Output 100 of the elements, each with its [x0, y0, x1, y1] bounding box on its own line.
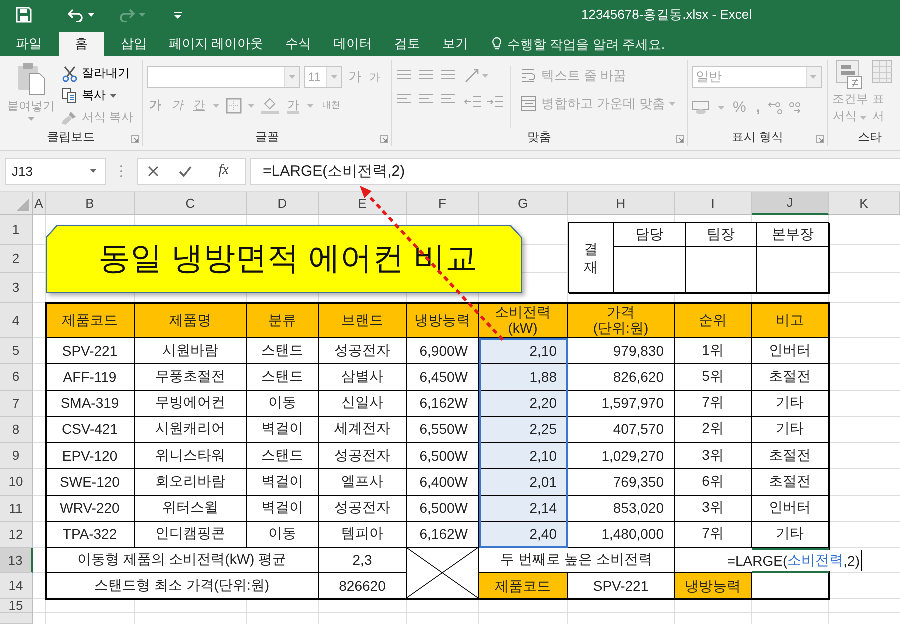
row-header[interactable]: 8	[0, 416, 33, 443]
group-label: 클립보드	[46, 129, 96, 146]
row-header[interactable]: 6	[0, 364, 33, 390]
table-cell: CSV-421	[46, 416, 135, 443]
table-cell: 6,900W	[407, 338, 479, 364]
row-header[interactable]: 4	[0, 303, 33, 338]
ribbon-tab[interactable]: 페이지 레이아웃	[158, 32, 275, 56]
ribbon-tab[interactable]: 보기	[432, 32, 480, 56]
table-header-cell: 브랜드	[319, 303, 407, 338]
summary-value: 826620	[319, 573, 407, 599]
table-cell: 기타	[752, 522, 829, 548]
name-box[interactable]: J13	[5, 158, 106, 184]
table-cell: SPV-221	[46, 338, 135, 364]
table-cell: 1위	[675, 338, 752, 364]
table-cell: 7위	[675, 390, 752, 417]
table-header-cell: 소비전력 (kW)	[479, 303, 568, 338]
table-header-cell: 제품명	[135, 303, 247, 338]
table-cell: 스탠드	[247, 364, 319, 390]
ribbon-tab[interactable]: 데이터	[322, 32, 384, 56]
table-header-cell: 가격 (단위:원)	[568, 303, 675, 338]
table-cell: 6,500W	[407, 496, 479, 522]
table-header-cell: 제품코드	[46, 303, 135, 338]
table-cell: 1,597,970	[568, 390, 675, 417]
approval-role: 본부장	[757, 223, 830, 247]
table-header-cell: 냉방능력	[407, 303, 479, 338]
table-cell: 성공전자	[319, 443, 407, 470]
table-cell: 1,88	[479, 364, 568, 390]
summary-label: 이동형 제품의 소비전력(kW) 평균	[46, 548, 319, 573]
table-cell: 인버터	[752, 496, 829, 522]
table-cell: 6,450W	[407, 364, 479, 390]
group-label: 맞춤	[526, 129, 553, 146]
table-cell: 템피아	[319, 522, 407, 548]
table-cell: 6,162W	[407, 390, 479, 417]
table-cell: AFF-119	[46, 364, 135, 390]
cell-editor[interactable]: =LARGE(소비전력,2)	[727, 550, 862, 571]
table-cell: 벽걸이	[247, 469, 319, 496]
row-header[interactable]: 10	[0, 469, 33, 496]
ribbon-tab[interactable]: 파일	[5, 32, 53, 56]
table-cell: 2위	[675, 416, 752, 443]
group-label: 스타	[857, 129, 883, 146]
table-cell: 이동	[247, 522, 319, 548]
ribbon-tab[interactable]: 삽입	[110, 32, 158, 56]
table-cell: 시원바람	[135, 338, 247, 364]
row-header[interactable]: 12	[0, 522, 33, 548]
row-header[interactable]: 5	[0, 338, 33, 364]
table-cell: 769,350	[568, 469, 675, 496]
row-header[interactable]: 2	[0, 245, 33, 273]
ribbon-tab[interactable]: 수식	[274, 32, 323, 56]
table-cell: 엘프사	[319, 469, 407, 496]
table-cell: 초절전	[752, 443, 829, 470]
row-header[interactable]: 1	[0, 215, 33, 245]
row-header[interactable]: 15	[0, 599, 33, 613]
table-cell: 기타	[752, 416, 829, 443]
row-header[interactable]: 13	[0, 548, 33, 573]
row-header[interactable]: 11	[0, 496, 33, 522]
column-header[interactable]: A	[33, 192, 46, 215]
table-cell: 벽걸이	[247, 496, 319, 522]
row-header[interactable]: 14	[0, 573, 33, 599]
table-cell: 5위	[675, 364, 752, 390]
table-cell: 2,14	[479, 496, 568, 522]
column-header[interactable]: G	[479, 192, 568, 215]
table-cell: 인디캠핑콘	[135, 522, 247, 548]
column-header[interactable]: I	[675, 192, 752, 215]
formula-field[interactable]: =LARGE(소비전력,2)	[250, 158, 900, 184]
table-cell: 스탠드	[247, 443, 319, 470]
row-header[interactable]: 3	[0, 273, 33, 303]
cut-button[interactable]: 잘라내기	[60, 64, 136, 83]
table-cell: 이동	[247, 390, 319, 417]
table-cell: 6,400W	[407, 469, 479, 496]
row-header[interactable]: 7	[0, 390, 33, 417]
table-cell: EPV-120	[46, 443, 135, 470]
group-label: 글꼴	[254, 129, 280, 146]
table-cell: 성공전자	[319, 338, 407, 364]
table-cell: TPA-322	[46, 522, 135, 548]
column-header[interactable]: C	[135, 192, 247, 215]
column-header[interactable]: E	[319, 192, 407, 215]
table-header-cell: 분류	[247, 303, 319, 338]
tell-me-field[interactable]: 수행할 작업을 알려 주세요.	[506, 36, 680, 52]
table-cell: 무풍초절전	[135, 364, 247, 390]
column-header[interactable]: F	[407, 192, 479, 215]
lookup-cell: 제품코드	[479, 573, 568, 599]
table-cell: 7위	[675, 522, 752, 548]
approval-label: 결재	[584, 240, 598, 276]
column-header[interactable]: J	[752, 192, 829, 215]
table-cell: 2,25	[479, 416, 568, 443]
column-header[interactable]: H	[568, 192, 675, 215]
table-cell: 성공전자	[319, 496, 407, 522]
column-header[interactable]: B	[46, 192, 135, 215]
row-header[interactable]: 9	[0, 443, 33, 470]
table-cell: 기타	[752, 390, 829, 417]
table-header-cell: 순위	[675, 303, 752, 338]
banner-title: 동일 냉방면적 에어컨 비교	[47, 226, 521, 292]
table-cell: 벽걸이	[247, 416, 319, 443]
insert-function-button[interactable]: fx	[212, 162, 235, 180]
column-header[interactable]: D	[247, 192, 319, 215]
column-header[interactable]: K	[829, 192, 900, 215]
copy-button[interactable]: 복사	[60, 86, 136, 105]
ribbon-tab[interactable]: 검토	[384, 32, 432, 56]
approval-role: 담당	[614, 223, 686, 247]
ribbon-tab[interactable]: 홈	[59, 32, 104, 56]
